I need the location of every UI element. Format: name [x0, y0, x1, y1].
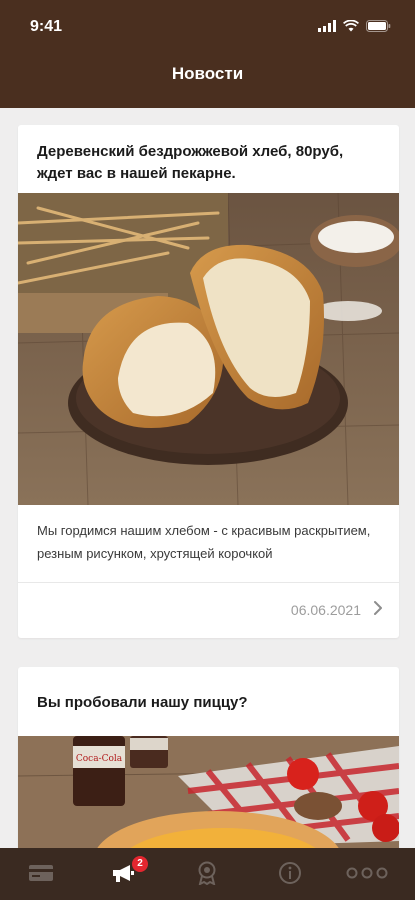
news-text: Мы гордимся нашим хлебом - с красивым ра…	[37, 523, 371, 561]
wifi-icon	[343, 20, 359, 32]
news-card[interactable]: Вы пробовали нашу пиццу? Coca-Cola	[18, 667, 399, 867]
news-date: 06.06.2021	[290, 602, 361, 618]
battery-icon	[366, 20, 391, 32]
signal-icon	[318, 20, 336, 32]
more-icon	[346, 867, 388, 879]
news-title: Деревенский бездрожжевой хлеб, 80руб, жд…	[37, 143, 344, 182]
info-icon	[279, 862, 301, 884]
notification-badge: 2	[132, 856, 148, 872]
bread-photo	[18, 193, 399, 505]
award-icon	[198, 861, 216, 885]
news-card[interactable]: Деревенский бездрожжевой хлеб, 80руб, жд…	[18, 125, 399, 638]
tab-bar	[0, 848, 415, 900]
bottle-label: Coca-Cola	[76, 754, 123, 764]
chevron-right-icon[interactable]	[373, 600, 383, 616]
status-icons	[318, 20, 391, 32]
page-title: Новости	[171, 64, 244, 83]
tab-cards[interactable]	[24, 860, 58, 886]
tab-info[interactable]	[273, 860, 307, 886]
news-title: Вы пробовали нашу пиццу?	[37, 694, 248, 711]
tab-more[interactable]	[343, 860, 391, 886]
card-icon	[29, 865, 53, 881]
status-time: 9:41	[30, 18, 63, 35]
app-header: 9:41 Новости	[0, 0, 415, 108]
divider	[18, 582, 399, 583]
tab-rewards[interactable]	[190, 860, 224, 886]
